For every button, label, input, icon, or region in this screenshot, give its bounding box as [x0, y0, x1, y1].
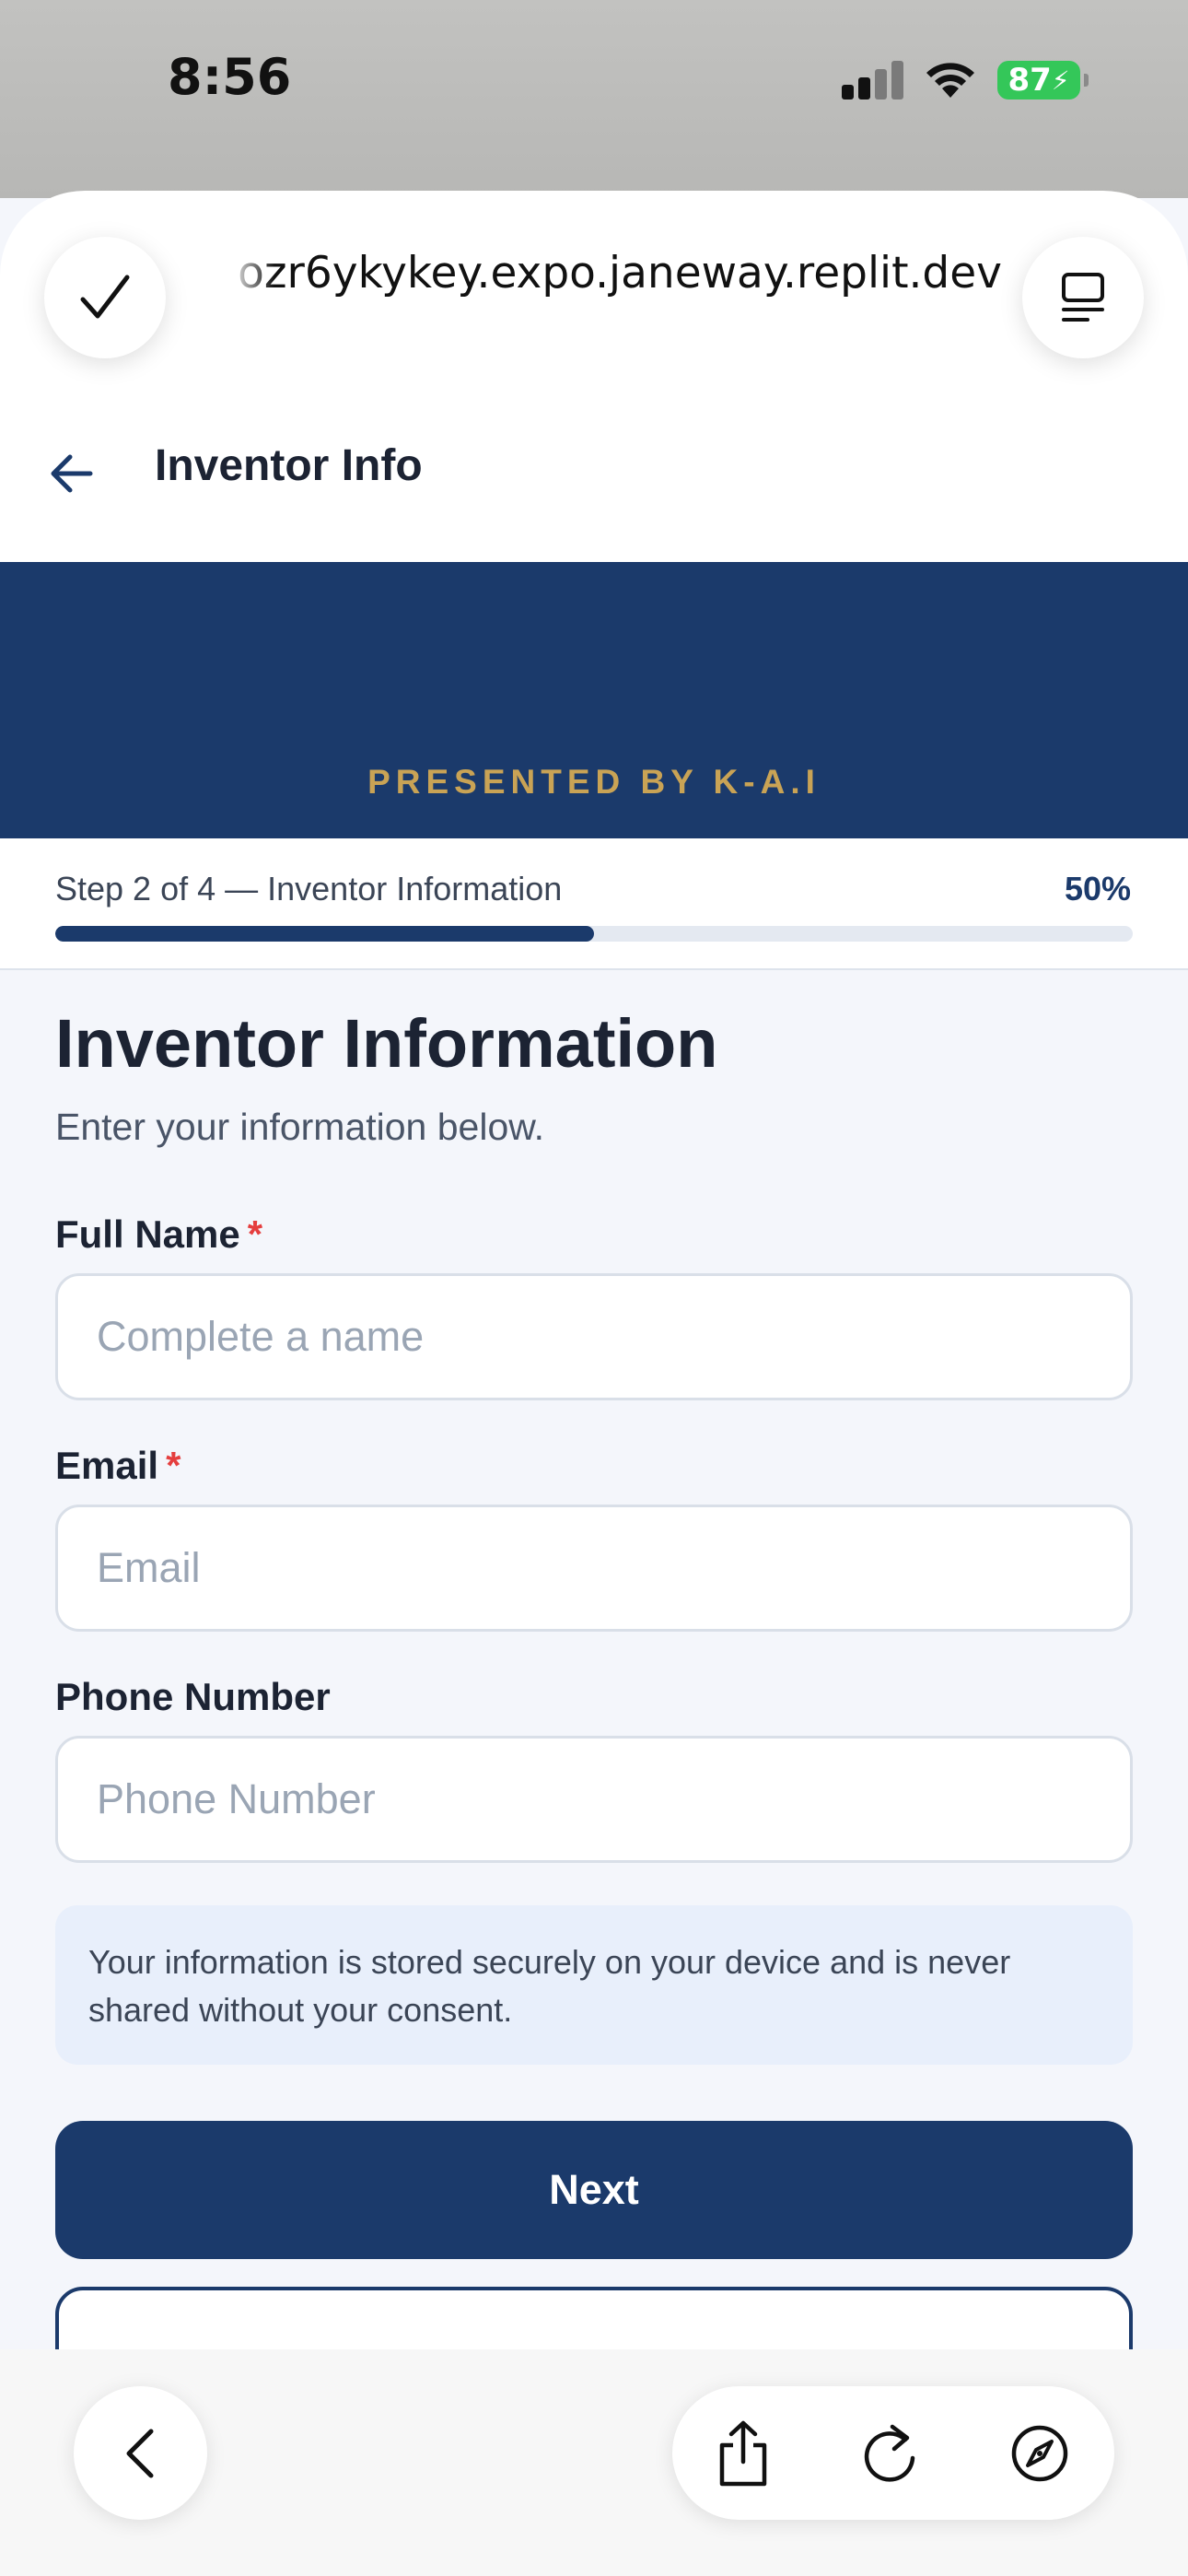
step-label: Step 2 of 4 — Inventor Information [55, 870, 563, 907]
battery-level: 87 [1007, 62, 1052, 99]
share-icon [719, 2420, 767, 2487]
next-button[interactable]: Next [55, 2121, 1133, 2259]
battery-icon: 87 ⚡ [997, 61, 1089, 100]
browser-sheet: ozr6ykykey.expo.janeway.replit.dev [0, 191, 1188, 562]
browser-back-button[interactable] [74, 2386, 207, 2520]
phone-label: Phone Number [55, 1675, 331, 1719]
page-menu-icon [1062, 273, 1104, 322]
step-progress: Step 2 of 4 — Inventor Information 50% [0, 838, 1188, 970]
full-name-input[interactable] [55, 1273, 1133, 1400]
wifi-icon [926, 63, 974, 98]
reload-icon [864, 2424, 915, 2482]
url-fade [228, 237, 274, 310]
phone-input[interactable] [55, 1736, 1133, 1863]
full-name-label: Full Name * [55, 1212, 262, 1257]
browser-toolbar [0, 2349, 1188, 2576]
page-title: Inventor Info [155, 441, 423, 490]
hero-banner: PRESENTED BY K-A.I [0, 562, 1188, 838]
browser-actions [672, 2386, 1114, 2520]
privacy-notice: Your information is stored securely on y… [55, 1905, 1133, 2065]
form-subtitle: Enter your information below. [55, 1106, 544, 1148]
share-button[interactable] [709, 2419, 777, 2488]
page-menu-button[interactable] [1022, 237, 1144, 358]
done-button[interactable] [44, 237, 166, 358]
url-field[interactable]: ozr6ykykey.expo.janeway.replit.dev [228, 237, 1002, 310]
checkmark-icon [80, 275, 130, 319]
status-time: 8:56 [168, 48, 292, 106]
step-percent: 50% [1064, 870, 1131, 907]
presented-by-text: PRESENTED BY K-A.I [367, 763, 821, 801]
compass-icon [1011, 2425, 1068, 2482]
email-label-text: Email [55, 1444, 159, 1487]
full-name-label-text: Full Name [55, 1212, 240, 1256]
chevron-left-icon [126, 2429, 153, 2477]
progress-bar [55, 926, 1133, 942]
back-arrow-icon[interactable] [46, 446, 101, 501]
required-marker: * [247, 1212, 263, 1256]
email-input[interactable] [55, 1505, 1133, 1632]
form-title: Inventor Information [55, 1005, 718, 1082]
required-marker: * [166, 1444, 181, 1487]
phone-label-text: Phone Number [55, 1675, 331, 1718]
email-label: Email * [55, 1444, 181, 1488]
compass-button[interactable] [1006, 2419, 1074, 2488]
status-bar: 8:56 87 ⚡ [0, 0, 1188, 198]
cellular-signal-icon [840, 61, 904, 100]
progress-bar-fill [55, 926, 594, 942]
reload-button[interactable] [856, 2419, 924, 2488]
